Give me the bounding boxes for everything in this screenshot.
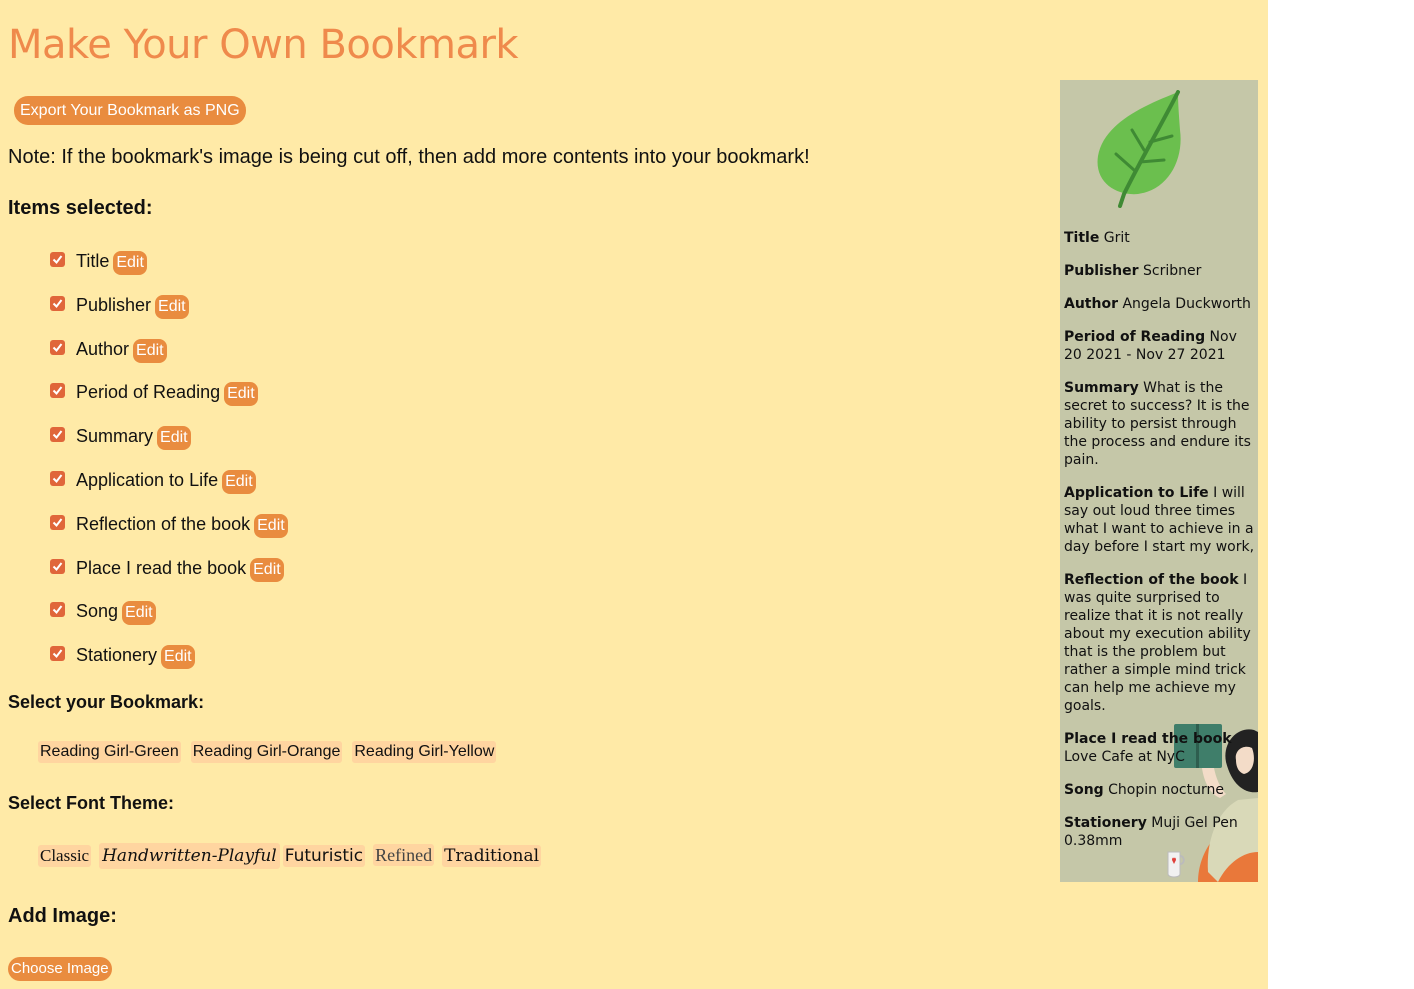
bookmark-preview: Title Grit Publisher Scribner Author Angel… xyxy=(1060,80,1258,882)
font-option-classic[interactable]: Classic xyxy=(38,845,92,867)
item-row: Stationery Edit xyxy=(50,642,288,686)
item-checkbox[interactable] xyxy=(50,427,65,443)
preview-field-label: Place I read the book xyxy=(1064,731,1232,747)
item-label: Period of Reading xyxy=(76,382,221,403)
font-option-futuristic[interactable]: Futuristic xyxy=(282,845,366,867)
preview-field-value: Scribner xyxy=(1143,263,1202,279)
preview-field: Reflection of the book I was quite surpr… xyxy=(1064,571,1256,715)
preview-field: Song Chopin nocturne xyxy=(1064,781,1256,799)
item-row: Place I read the book Edit xyxy=(50,555,288,599)
edit-button[interactable]: Edit xyxy=(133,338,167,363)
edit-button[interactable]: Edit xyxy=(254,513,288,538)
item-label: Stationery xyxy=(76,645,158,666)
preview-field-label: Song xyxy=(1064,782,1104,798)
items-list: Title Edit Publisher Edit Author Edit Period o… xyxy=(50,248,288,686)
checkmark-icon xyxy=(52,299,63,308)
preview-field-label: Stationery xyxy=(1064,815,1147,831)
preview-field: Summary What is the secret to success? I… xyxy=(1064,379,1256,469)
item-row: Application to Life Edit xyxy=(50,467,288,511)
bookmark-option-yellow[interactable]: Reading Girl-Yellow xyxy=(352,741,497,763)
item-checkbox[interactable] xyxy=(50,514,65,530)
page-title: Make Your Own Bookmark xyxy=(8,22,519,68)
edit-button[interactable]: Edit xyxy=(157,426,191,451)
item-label: Author xyxy=(76,338,130,359)
preview-field: Publisher Scribner xyxy=(1064,262,1256,280)
items-selected-heading: Items selected: xyxy=(8,197,153,219)
edit-button[interactable]: Edit xyxy=(222,469,256,494)
item-checkbox[interactable] xyxy=(50,470,65,486)
edit-button[interactable]: Edit xyxy=(224,382,258,407)
font-option-refined[interactable]: Refined xyxy=(373,844,435,866)
edit-button[interactable]: Edit xyxy=(155,294,189,319)
checkmark-icon xyxy=(52,386,63,396)
preview-fields: Title Grit Publisher Scribner Author Angel… xyxy=(1064,229,1256,865)
bookmark-option-green[interactable]: Reading Girl-Green xyxy=(38,741,181,763)
preview-field-value: Love Cafe at NyC xyxy=(1064,749,1185,765)
item-label: Song xyxy=(76,601,119,622)
preview-field: Application to Life I will say out loud … xyxy=(1064,484,1256,556)
add-image-heading: Add Image: xyxy=(8,905,117,927)
checkmark-icon xyxy=(52,474,63,483)
edit-button[interactable]: Edit xyxy=(113,251,147,275)
font-option-traditional[interactable]: Traditional xyxy=(442,845,542,867)
item-checkbox[interactable] xyxy=(50,295,65,311)
item-row: Summary Edit xyxy=(50,423,288,467)
preview-field-value: Chopin nocturne xyxy=(1108,782,1224,798)
item-label: Application to Life xyxy=(76,469,219,490)
item-row: Publisher Edit xyxy=(50,292,288,336)
item-checkbox[interactable] xyxy=(50,383,65,399)
item-row: Period of Reading Edit xyxy=(50,379,288,423)
preview-field-label: Title xyxy=(1064,230,1100,246)
item-row: Reflection of the book Edit xyxy=(50,511,288,555)
edit-button[interactable]: Edit xyxy=(122,601,156,626)
preview-field: Period of Reading Nov 20 2021 - Nov 27 2… xyxy=(1064,328,1256,364)
checkmark-icon xyxy=(52,605,63,615)
select-font-heading: Select Font Theme: xyxy=(8,793,175,813)
edit-button[interactable]: Edit xyxy=(250,557,284,582)
item-row: Title Edit xyxy=(50,248,288,292)
item-row: Song Edit xyxy=(50,598,288,642)
checkmark-icon xyxy=(52,430,63,440)
item-checkbox[interactable] xyxy=(50,252,65,267)
checkmark-icon xyxy=(52,255,63,265)
item-label: Reflection of the book xyxy=(76,513,251,534)
choose-image-button[interactable]: Choose Image xyxy=(8,957,112,981)
edit-button[interactable]: Edit xyxy=(161,645,195,670)
preview-field: Title Grit xyxy=(1064,229,1256,247)
preview-field-value: Angela Duckworth xyxy=(1122,296,1251,312)
item-label: Place I read the book xyxy=(76,557,247,578)
preview-field: Stationery Muji Gel Pen 0.38mm xyxy=(1064,814,1256,850)
leaf-image xyxy=(1097,90,1181,208)
app-container: Make Your Own Bookmark Export Your Bookm… xyxy=(0,0,1268,989)
item-checkbox[interactable] xyxy=(50,558,65,574)
preview-field-label: Application to Life xyxy=(1064,485,1209,501)
preview-field-label: Summary xyxy=(1064,380,1139,396)
note-text: Note: If the bookmark's image is being c… xyxy=(8,146,810,168)
bookmark-option-orange[interactable]: Reading Girl-Orange xyxy=(190,741,343,763)
item-label: Publisher xyxy=(76,294,152,315)
preview-field-label: Author xyxy=(1064,296,1118,312)
preview-field-label: Publisher xyxy=(1064,263,1139,279)
item-checkbox[interactable] xyxy=(50,602,65,618)
item-label: Summary xyxy=(76,426,154,447)
font-option-handwritten[interactable]: Handwritten-Playful xyxy=(99,843,280,869)
preview-field-label: Period of Reading xyxy=(1064,329,1206,345)
preview-field: Author Angela Duckworth xyxy=(1064,295,1256,313)
checkmark-icon xyxy=(52,649,63,659)
select-bookmark-heading: Select your Bookmark: xyxy=(8,692,205,712)
preview-field-value: Grit xyxy=(1103,230,1130,246)
font-options: Classic Handwritten-Playful Futuristic Refi… xyxy=(38,843,551,869)
preview-field-value: I was quite surprised to realize that it… xyxy=(1064,572,1251,714)
export-png-button[interactable]: Export Your Bookmark as PNG xyxy=(14,96,246,125)
bookmark-options: Reading Girl-Green Reading Girl-Orange Rea… xyxy=(38,741,506,763)
item-checkbox[interactable] xyxy=(50,646,65,662)
item-row: Author Edit xyxy=(50,336,288,380)
checkmark-icon xyxy=(52,561,63,571)
preview-field: Place I read the book Love Cafe at NyC xyxy=(1064,730,1256,766)
checkmark-icon xyxy=(52,518,63,527)
checkmark-icon xyxy=(52,342,63,352)
item-checkbox[interactable] xyxy=(50,339,65,355)
preview-field-label: Reflection of the book xyxy=(1064,572,1239,588)
item-label: Title xyxy=(76,251,110,271)
